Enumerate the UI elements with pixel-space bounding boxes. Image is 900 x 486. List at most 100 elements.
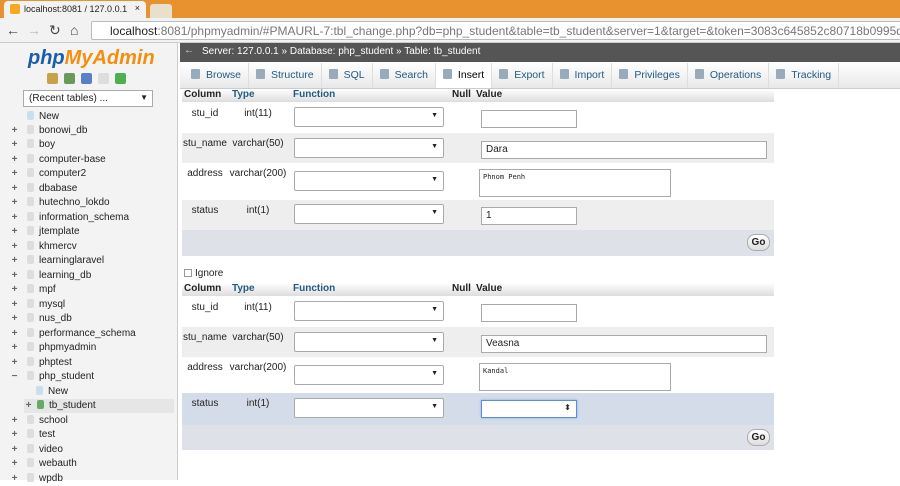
value-number-input[interactable]: ⬍	[481, 400, 577, 418]
value-textarea[interactable]: Phnom Penh	[479, 169, 671, 197]
go-button[interactable]: Go	[747, 234, 770, 251]
tab-search[interactable]: Search	[373, 63, 436, 88]
tree-item-new[interactable]: New	[10, 110, 59, 124]
expand-icon[interactable]: +	[10, 211, 19, 225]
back-icon[interactable]: ←	[6, 22, 20, 38]
address-bar[interactable]: localhost:8081/phpmyadmin/#PMAURL-7:tbl_…	[91, 21, 900, 40]
tree-db[interactable]: + computer2	[10, 167, 86, 181]
tree-db[interactable]: + phpmyadmin	[10, 341, 96, 355]
expand-icon[interactable]: +	[10, 269, 19, 283]
tree-db[interactable]: + bonowi_db	[10, 124, 87, 138]
expand-icon[interactable]: +	[10, 167, 19, 181]
tree-db[interactable]: + learninglaravel	[10, 254, 104, 268]
collapse-nav-icon[interactable]: ←	[184, 45, 194, 56]
collapse-icon[interactable]: −	[10, 370, 19, 384]
phpmyadmin-logo[interactable]: phpMyAdmin	[28, 47, 155, 70]
tab-export[interactable]: Export	[492, 63, 553, 88]
spinner-icon[interactable]: ⬍	[564, 403, 571, 412]
docs-icon[interactable]	[98, 73, 109, 84]
expand-icon[interactable]: +	[10, 182, 19, 196]
expand-icon[interactable]: +	[10, 225, 19, 239]
tree-db[interactable]: + dbabase	[10, 182, 77, 196]
reload-icon[interactable]: ↻	[49, 22, 61, 39]
home-icon[interactable]: ⌂	[70, 22, 78, 38]
home-icon[interactable]	[47, 73, 58, 84]
tree-db[interactable]: + mpf	[10, 283, 56, 297]
expand-icon[interactable]: +	[10, 341, 19, 355]
tree-db[interactable]: + information_schema	[10, 211, 129, 225]
tree-item-new-table[interactable]: New	[28, 385, 68, 399]
expand-icon[interactable]: +	[10, 298, 19, 312]
tree-db[interactable]: + nus_db	[10, 312, 72, 326]
value-input[interactable]: Veasna	[481, 335, 767, 353]
function-select[interactable]	[294, 301, 444, 321]
tree-db[interactable]: + computer-base	[10, 153, 106, 167]
forward-icon[interactable]: →	[27, 22, 41, 38]
tab-privileges[interactable]: Privileges	[612, 63, 688, 88]
tree-db[interactable]: + performance_schema	[10, 327, 136, 341]
value-input[interactable]: 1	[481, 207, 577, 225]
tree-db[interactable]: + khmercv	[10, 240, 77, 254]
tab-structure[interactable]: Structure	[249, 63, 322, 88]
function-select[interactable]	[294, 398, 444, 418]
expand-icon[interactable]: +	[10, 414, 19, 428]
tab-insert[interactable]: Insert	[435, 63, 493, 88]
tree-db[interactable]: + jtemplate	[10, 225, 80, 239]
function-select[interactable]	[294, 332, 444, 352]
expand-icon[interactable]: +	[10, 472, 19, 486]
tree-db[interactable]: + hutechno_lokdo	[10, 196, 110, 210]
expand-icon[interactable]: +	[10, 153, 19, 167]
tree-db[interactable]: + school	[10, 414, 68, 428]
expand-icon[interactable]: +	[10, 457, 19, 471]
function-select[interactable]	[294, 365, 444, 385]
breadcrumb-database[interactable]: Database: php_student	[290, 46, 393, 57]
value-input[interactable]: Dara	[481, 141, 767, 159]
function-select[interactable]	[294, 107, 444, 127]
tab-label: Search	[394, 69, 428, 81]
expand-icon[interactable]: +	[10, 327, 19, 341]
new-tab-button[interactable]	[150, 4, 172, 18]
tree-db[interactable]: + wpdb	[10, 472, 63, 486]
tab-import[interactable]: Import	[553, 63, 613, 88]
tree-db[interactable]: + video	[10, 443, 63, 457]
expand-icon[interactable]: +	[10, 138, 19, 152]
expand-icon[interactable]: +	[10, 443, 19, 457]
close-tab-icon[interactable]: ×	[135, 3, 140, 13]
go-button[interactable]: Go	[747, 429, 770, 446]
help-icon[interactable]	[81, 73, 92, 84]
value-input[interactable]	[481, 110, 577, 128]
tab-browse[interactable]: Browse	[184, 63, 250, 88]
tree-db[interactable]: + webauth	[10, 457, 77, 471]
tab-sql[interactable]: SQL	[322, 63, 373, 88]
tree-db[interactable]: + learning_db	[10, 269, 91, 283]
expand-icon[interactable]: +	[10, 312, 19, 326]
tree-db[interactable]: + mysql	[10, 298, 65, 312]
breadcrumb-table[interactable]: Table: tb_student	[404, 46, 480, 57]
expand-icon[interactable]: +	[24, 399, 33, 413]
tree-db[interactable]: + phptest	[10, 356, 72, 370]
tree-db[interactable]: + boy	[10, 138, 55, 152]
reload-nav-icon[interactable]	[115, 73, 126, 84]
expand-icon[interactable]: +	[10, 356, 19, 370]
function-select[interactable]	[294, 171, 444, 191]
expand-icon[interactable]: +	[10, 283, 19, 297]
expand-icon[interactable]: +	[10, 196, 19, 210]
function-select[interactable]	[294, 204, 444, 224]
expand-icon[interactable]: +	[10, 240, 19, 254]
value-input[interactable]	[481, 304, 577, 322]
value-textarea[interactable]: Kandal	[479, 363, 671, 391]
tree-db-php-student[interactable]: − php_student	[10, 370, 94, 384]
function-select[interactable]	[294, 138, 444, 158]
expand-icon[interactable]: +	[10, 428, 19, 442]
recent-tables-select[interactable]: (Recent tables) ... ▼	[23, 90, 153, 107]
breadcrumb-server[interactable]: Server: 127.0.0.1	[202, 46, 279, 57]
expand-icon[interactable]: +	[10, 124, 19, 138]
logout-icon[interactable]	[64, 73, 75, 84]
ignore-checkbox[interactable]: Ignore	[184, 268, 223, 279]
browser-tab[interactable]: localhost:8081 / 127.0.0.1 ×	[4, 1, 146, 18]
tab-tracking[interactable]: Tracking	[769, 63, 840, 88]
tree-db[interactable]: + test	[10, 428, 55, 442]
tab-operations[interactable]: Operations	[688, 63, 770, 88]
tree-table-tb-student[interactable]: + tb_student	[24, 399, 174, 413]
expand-icon[interactable]: +	[10, 254, 19, 268]
